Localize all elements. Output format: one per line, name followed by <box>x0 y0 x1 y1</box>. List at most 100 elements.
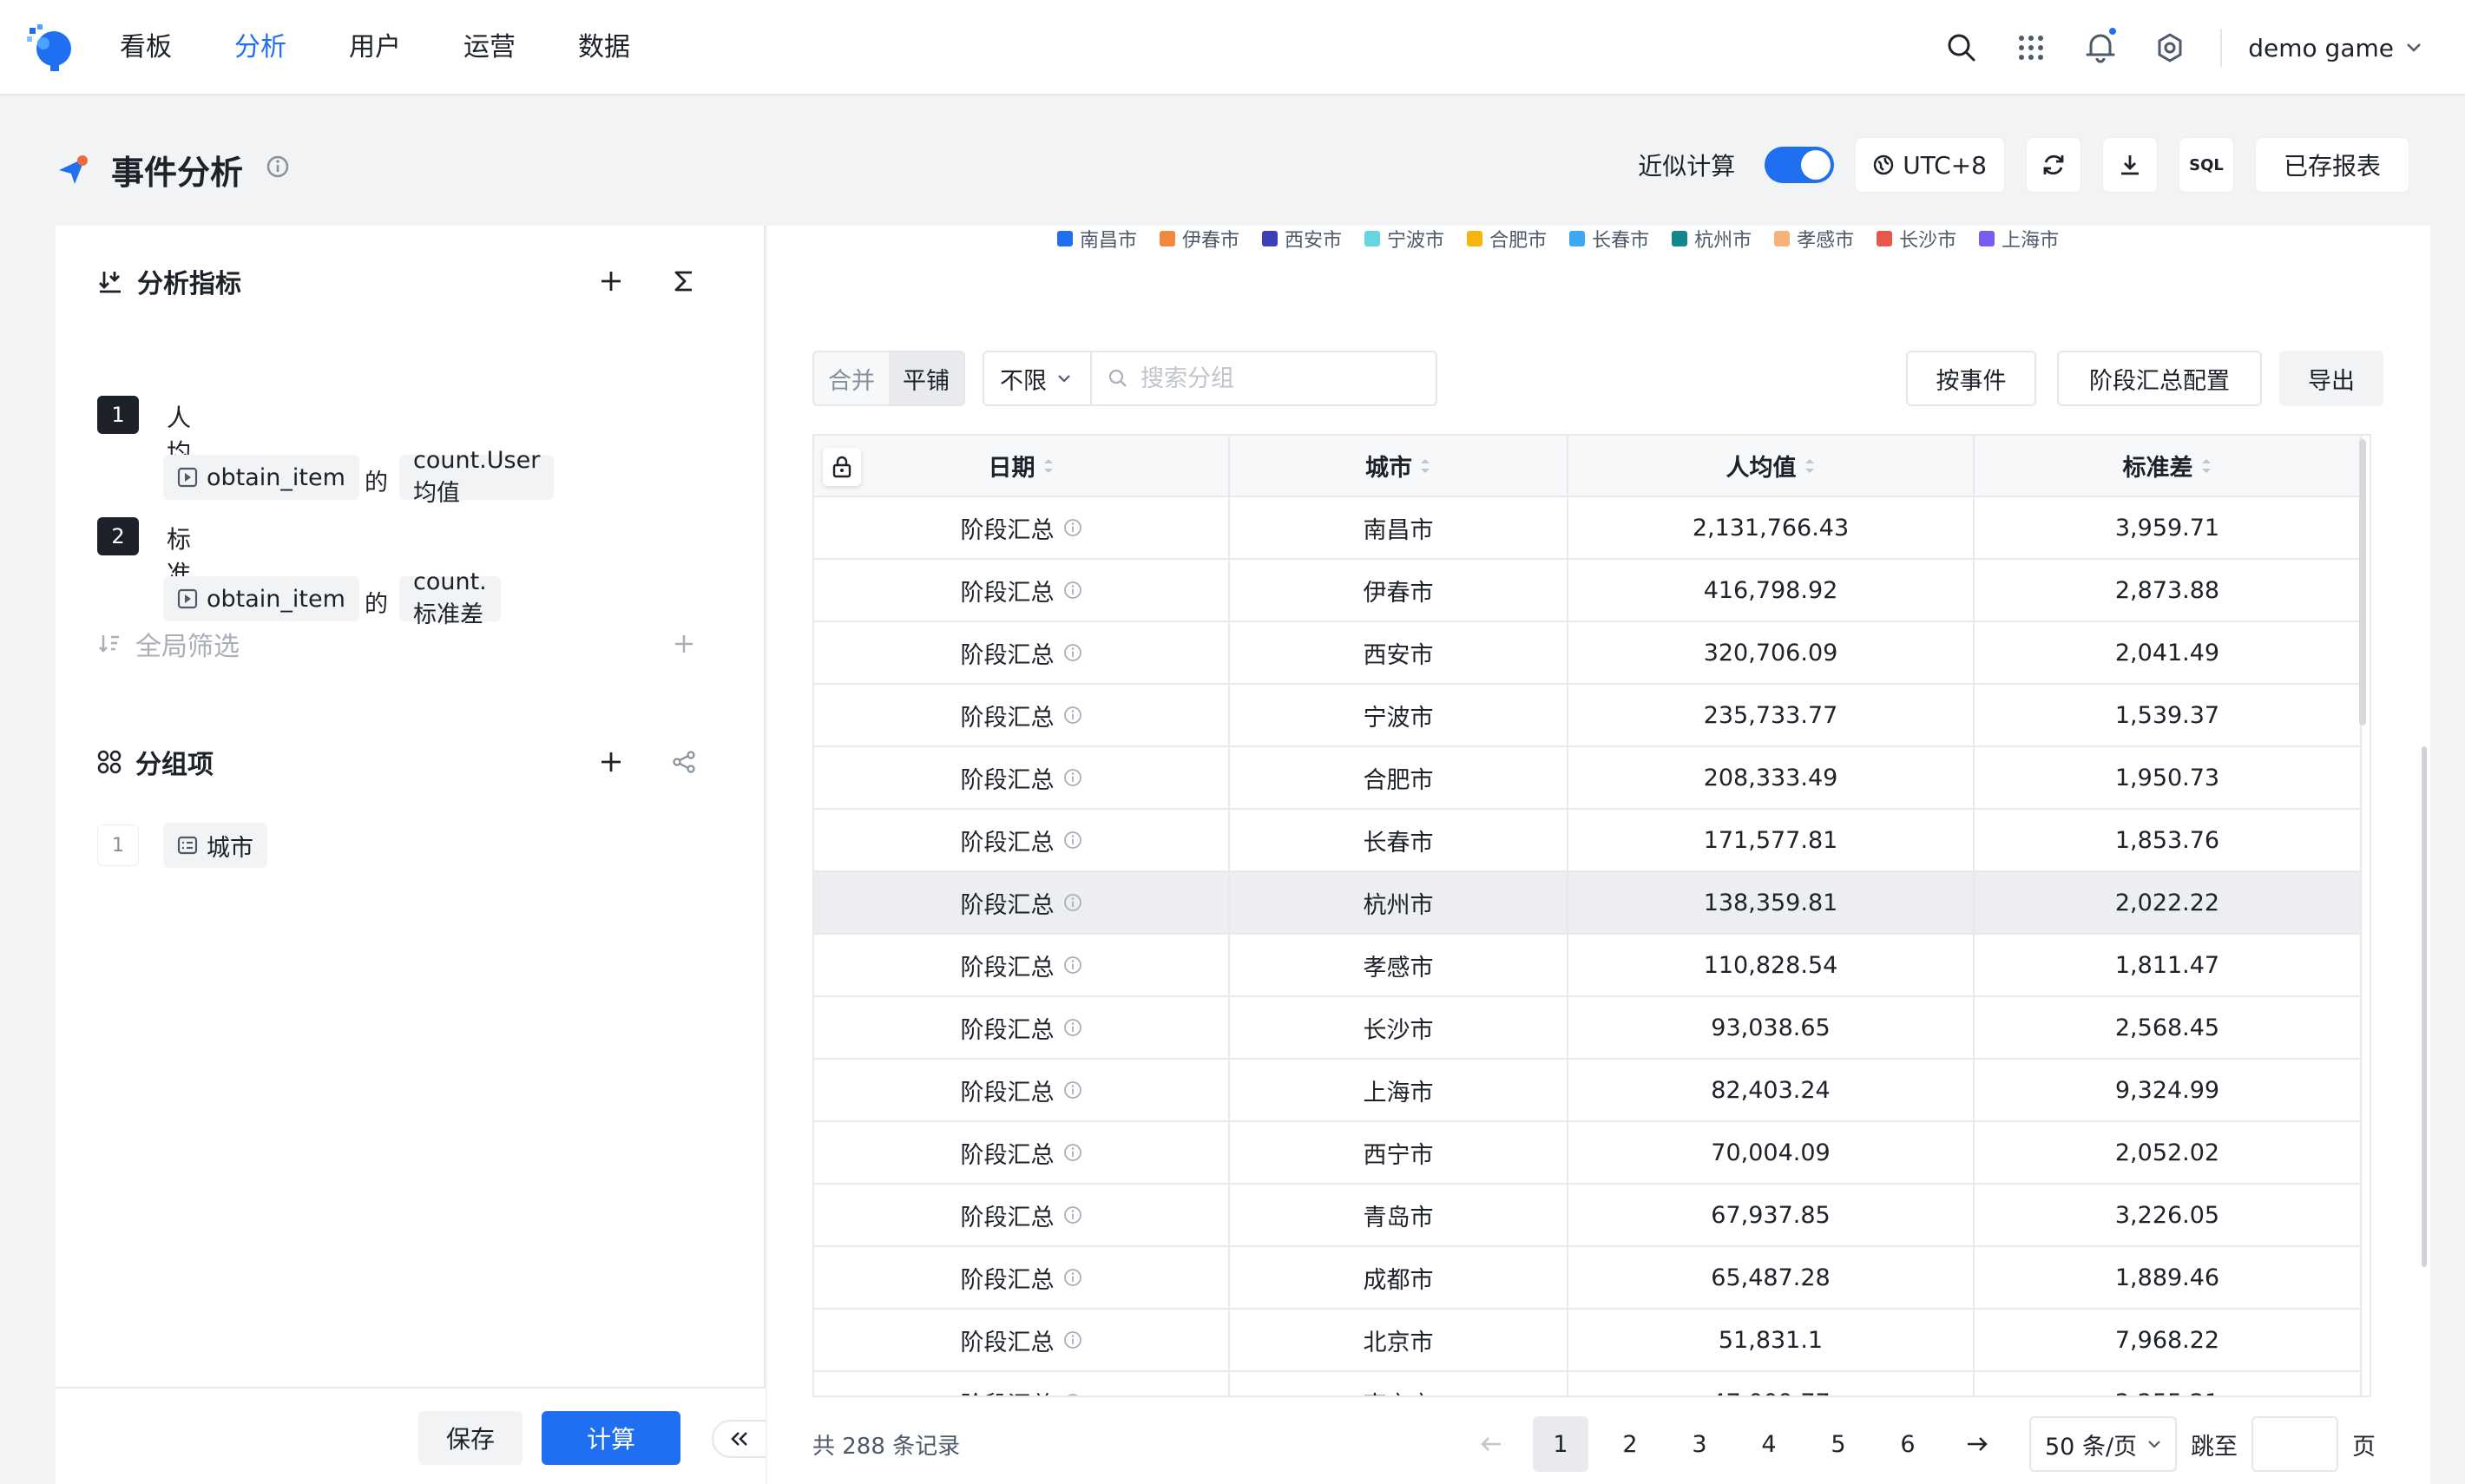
download-button[interactable] <box>2102 137 2158 193</box>
info-icon[interactable] <box>1063 706 1082 725</box>
page-number[interactable]: 1 <box>1533 1416 1588 1472</box>
bell-icon[interactable] <box>2066 0 2135 95</box>
nav-item[interactable]: 数据 <box>578 0 630 95</box>
save-button[interactable]: 保存 <box>418 1411 523 1465</box>
table-row[interactable]: 阶段汇总 西安市 320,706.09 2,041.49 <box>814 621 2362 685</box>
next-page-button[interactable] <box>1949 1416 2005 1472</box>
table-scrollbar[interactable] <box>2359 439 2366 726</box>
info-icon[interactable] <box>266 154 290 179</box>
info-icon[interactable] <box>1063 768 1082 787</box>
sort-icon[interactable] <box>1804 456 1816 476</box>
info-icon[interactable] <box>1063 893 1082 912</box>
refresh-button[interactable] <box>2026 137 2081 193</box>
table-row[interactable]: 阶段汇总 伊春市 416,798.92 2,873.88 <box>814 559 2362 622</box>
sort-icon[interactable] <box>1042 456 1055 476</box>
legend-item[interactable]: 伊春市 <box>1160 226 1239 253</box>
page-number[interactable]: 5 <box>1811 1416 1866 1472</box>
approx-toggle[interactable] <box>1765 147 1835 183</box>
table-row[interactable]: 阶段汇总 成都市 65,487.28 1,889.46 <box>814 1246 2362 1310</box>
legend-item[interactable]: 长春市 <box>1569 226 1649 253</box>
group-search-input[interactable] <box>1140 364 1401 392</box>
sort-icon[interactable] <box>2200 456 2212 476</box>
page-number[interactable]: 3 <box>1672 1416 1727 1472</box>
table-row[interactable]: 阶段汇总 西宁市 70,004.09 2,052.02 <box>814 1121 2362 1185</box>
collapse-panel-button[interactable] <box>712 1420 766 1458</box>
legend-item[interactable]: 南昌市 <box>1057 226 1137 253</box>
page-number[interactable]: 4 <box>1741 1416 1797 1472</box>
stage-summary-config-button[interactable]: 阶段汇总配置 <box>2057 351 2262 406</box>
table-row[interactable]: 阶段汇总 合肥市 208,333.49 1,950.73 <box>814 746 2362 810</box>
nav-item[interactable]: 用户 <box>349 0 401 95</box>
info-icon[interactable] <box>1063 1080 1082 1100</box>
info-icon[interactable] <box>1063 581 1082 600</box>
column-header[interactable]: 城市 <box>1229 436 1568 497</box>
legend-item[interactable]: 上海市 <box>1979 226 2059 253</box>
lock-column-button[interactable] <box>823 448 861 486</box>
table-row[interactable]: 阶段汇总 长沙市 93,038.65 2,568.45 <box>814 996 2362 1060</box>
info-icon[interactable] <box>1063 1143 1082 1162</box>
column-header[interactable]: 日期 <box>814 436 1230 497</box>
nav-item[interactable]: 分析 <box>234 0 286 95</box>
metric-property-chip[interactable]: count.标准差 <box>399 568 501 628</box>
info-icon[interactable] <box>1063 1393 1082 1395</box>
legend-item[interactable]: 西安市 <box>1262 226 1342 253</box>
table-row[interactable]: 阶段汇总 孝感市 110,828.54 1,811.47 <box>814 934 2362 997</box>
table-row[interactable]: 阶段汇总 杭州市 138,359.81 2,022.22 <box>814 871 2362 935</box>
merge-mode-button[interactable]: 合并 <box>814 352 889 404</box>
gear-icon[interactable] <box>2135 0 2205 95</box>
info-icon[interactable] <box>1063 1268 1082 1287</box>
page-size-select[interactable]: 50 条/页 <box>2029 1416 2178 1472</box>
table-row[interactable]: 阶段汇总 南京市47,009.772,255.21 <box>814 1371 2362 1395</box>
table-row[interactable]: 阶段汇总 青岛市 67,937.85 3,226.05 <box>814 1184 2362 1247</box>
legend-item[interactable]: 合肥市 <box>1467 226 1547 253</box>
table-row[interactable]: 阶段汇总 宁波市 235,733.77 1,539.37 <box>814 684 2362 747</box>
formula-button[interactable] <box>665 262 703 300</box>
group-share-button[interactable] <box>665 743 703 781</box>
column-header[interactable]: 人均值 <box>1568 436 1975 497</box>
metric-event-chip[interactable]: obtain_item <box>163 576 359 621</box>
sql-button[interactable]: SQL <box>2179 137 2234 193</box>
jump-page-input[interactable] <box>2251 1416 2339 1472</box>
legend-item[interactable]: 宁波市 <box>1364 226 1444 253</box>
page-scrollbar[interactable] <box>2422 746 2427 1267</box>
group-limit-select[interactable]: 不限 <box>983 351 1092 406</box>
by-event-button[interactable]: 按事件 <box>1906 351 2036 406</box>
info-icon[interactable] <box>1063 643 1082 662</box>
info-icon[interactable] <box>1063 518 1082 537</box>
table-row[interactable]: 阶段汇总 长春市 171,577.81 1,853.76 <box>814 809 2362 872</box>
page-number[interactable]: 2 <box>1602 1416 1658 1472</box>
nav-item[interactable]: 看板 <box>120 0 172 95</box>
metric-property-chip[interactable]: count.User均值 <box>399 447 555 507</box>
calculate-button[interactable]: 计算 <box>542 1411 680 1465</box>
metric-event-chip[interactable]: obtain_item <box>163 455 359 500</box>
legend-item[interactable]: 长沙市 <box>1877 226 1956 253</box>
timezone-button[interactable]: UTC+8 <box>1855 137 2005 193</box>
add-group-button[interactable] <box>592 743 630 781</box>
apps-grid-icon[interactable] <box>1996 0 2066 95</box>
info-icon[interactable] <box>1063 1205 1082 1225</box>
saved-reports-button[interactable]: 已存报表 <box>2255 137 2409 193</box>
prev-page-button[interactable] <box>1463 1416 1519 1472</box>
info-icon[interactable] <box>1063 1330 1082 1349</box>
logo-icon[interactable] <box>24 21 76 73</box>
add-filter-button[interactable] <box>665 625 703 663</box>
add-metric-button[interactable] <box>592 262 630 300</box>
info-icon[interactable] <box>1063 955 1082 975</box>
legend-item[interactable]: 杭州市 <box>1672 226 1752 253</box>
group-property-chip[interactable]: 城市 <box>163 823 267 868</box>
table-row[interactable]: 阶段汇总 上海市 82,403.24 9,324.99 <box>814 1059 2362 1122</box>
info-icon[interactable] <box>1063 1018 1082 1037</box>
tile-mode-button[interactable]: 平铺 <box>889 352 963 404</box>
nav-item[interactable]: 运营 <box>463 0 516 95</box>
legend-label: 杭州市 <box>1694 230 1752 252</box>
export-button[interactable]: 导出 <box>2279 351 2383 406</box>
search-icon[interactable] <box>1927 0 1996 95</box>
info-icon[interactable] <box>1063 831 1082 850</box>
column-header[interactable]: 标准差 <box>1974 436 2362 497</box>
page-number[interactable]: 6 <box>1880 1416 1936 1472</box>
sort-icon[interactable] <box>1419 456 1431 476</box>
legend-item[interactable]: 孝感市 <box>1774 226 1854 253</box>
user-menu[interactable]: demo game <box>2248 34 2422 62</box>
table-row[interactable]: 阶段汇总 北京市 51,831.1 7,968.22 <box>814 1309 2362 1372</box>
table-row[interactable]: 阶段汇总 南昌市 2,131,766.43 3,959.71 <box>814 496 2362 560</box>
